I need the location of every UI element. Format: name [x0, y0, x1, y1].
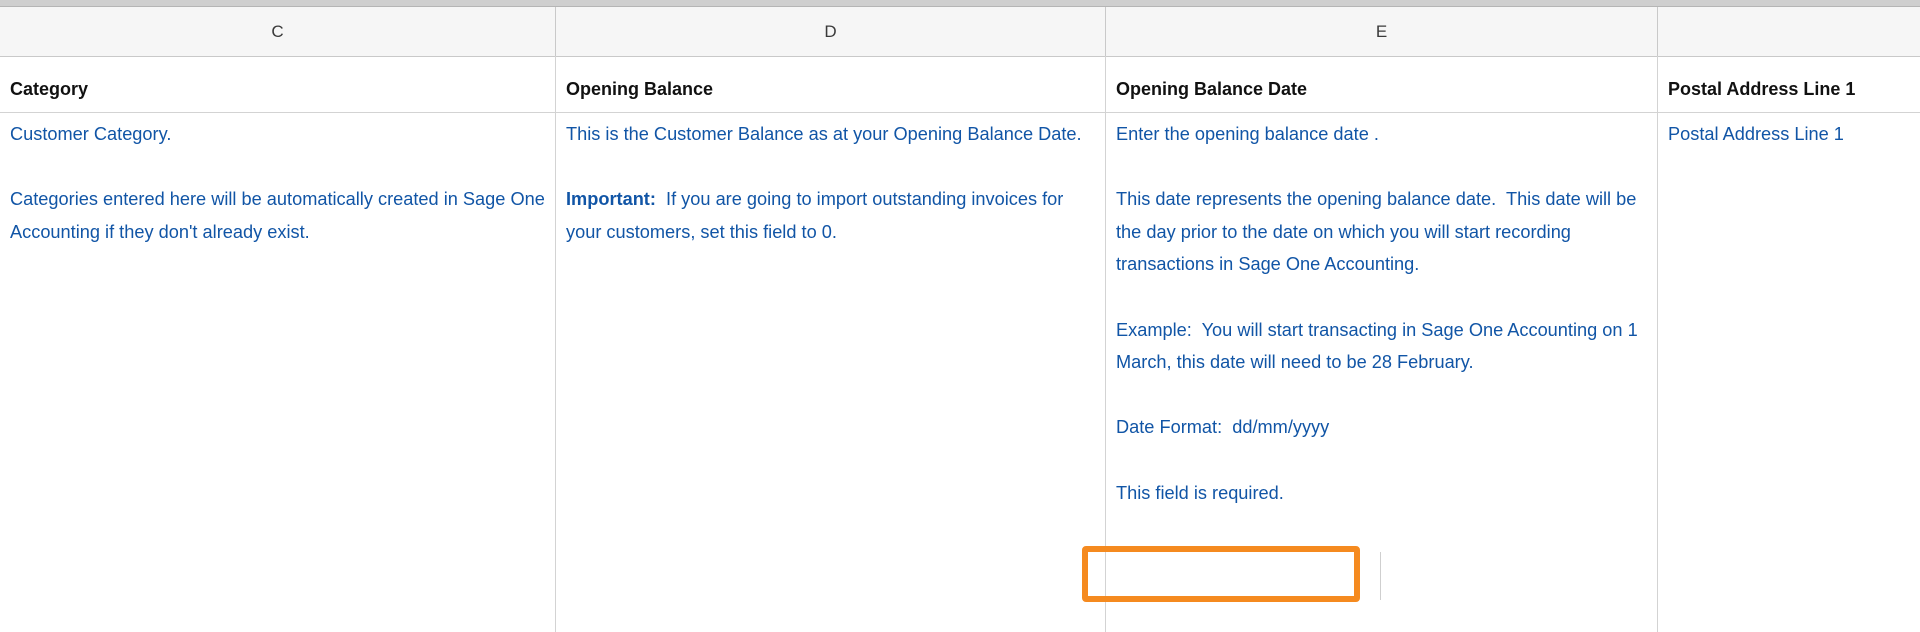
column-header-f[interactable] [1658, 7, 1920, 56]
opening-balance-text-2: Important: If you are going to import ou… [566, 183, 1097, 248]
important-label: Important: [566, 189, 656, 210]
required-highlight-box [1082, 546, 1360, 602]
text-cursor [1380, 552, 1381, 600]
cell-postal-address-header[interactable]: Postal Address Line 1 [1658, 56, 1920, 112]
date-format-text: Date Format: dd/mm/yyyy [1116, 417, 1330, 438]
cell-category-description[interactable]: Customer Category. Categories entered he… [0, 114, 555, 248]
cell-opening-balance-header[interactable]: Opening Balance [556, 56, 1105, 112]
date-text-2: This date represents the opening balance… [1116, 189, 1642, 275]
date-text-1: Enter the opening balance date . [1116, 124, 1379, 144]
column-header-row: C D E [0, 7, 1920, 57]
gridline-h-row1 [0, 112, 1920, 113]
toolbar-edge [0, 0, 1920, 7]
required-text: This field is required. [1116, 482, 1284, 503]
cell-postal-address-description[interactable]: Postal Address Line 1 [1658, 114, 1920, 151]
postal-address-text: Postal Address Line 1 [1668, 124, 1844, 144]
column-header-d[interactable]: D [556, 7, 1106, 56]
spreadsheet: C D E Category Opening Balance Opening B… [0, 0, 1920, 632]
column-header-c[interactable]: C [0, 7, 556, 56]
category-text-2: Categories entered here will be automati… [10, 189, 545, 242]
date-text-3: Example: You will start transacting in S… [1116, 319, 1643, 373]
cell-opening-balance-description[interactable]: This is the Customer Balance as at your … [556, 114, 1105, 248]
opening-balance-text-1: This is the Customer Balance as at your … [566, 124, 1082, 144]
column-header-e[interactable]: E [1106, 7, 1658, 56]
cell-opening-balance-date-description[interactable]: Enter the opening balance date . This da… [1106, 114, 1657, 509]
category-text-1: Customer Category. [10, 124, 172, 144]
cell-category-header[interactable]: Category [0, 56, 555, 112]
cell-opening-balance-date-header[interactable]: Opening Balance Date [1106, 56, 1657, 112]
